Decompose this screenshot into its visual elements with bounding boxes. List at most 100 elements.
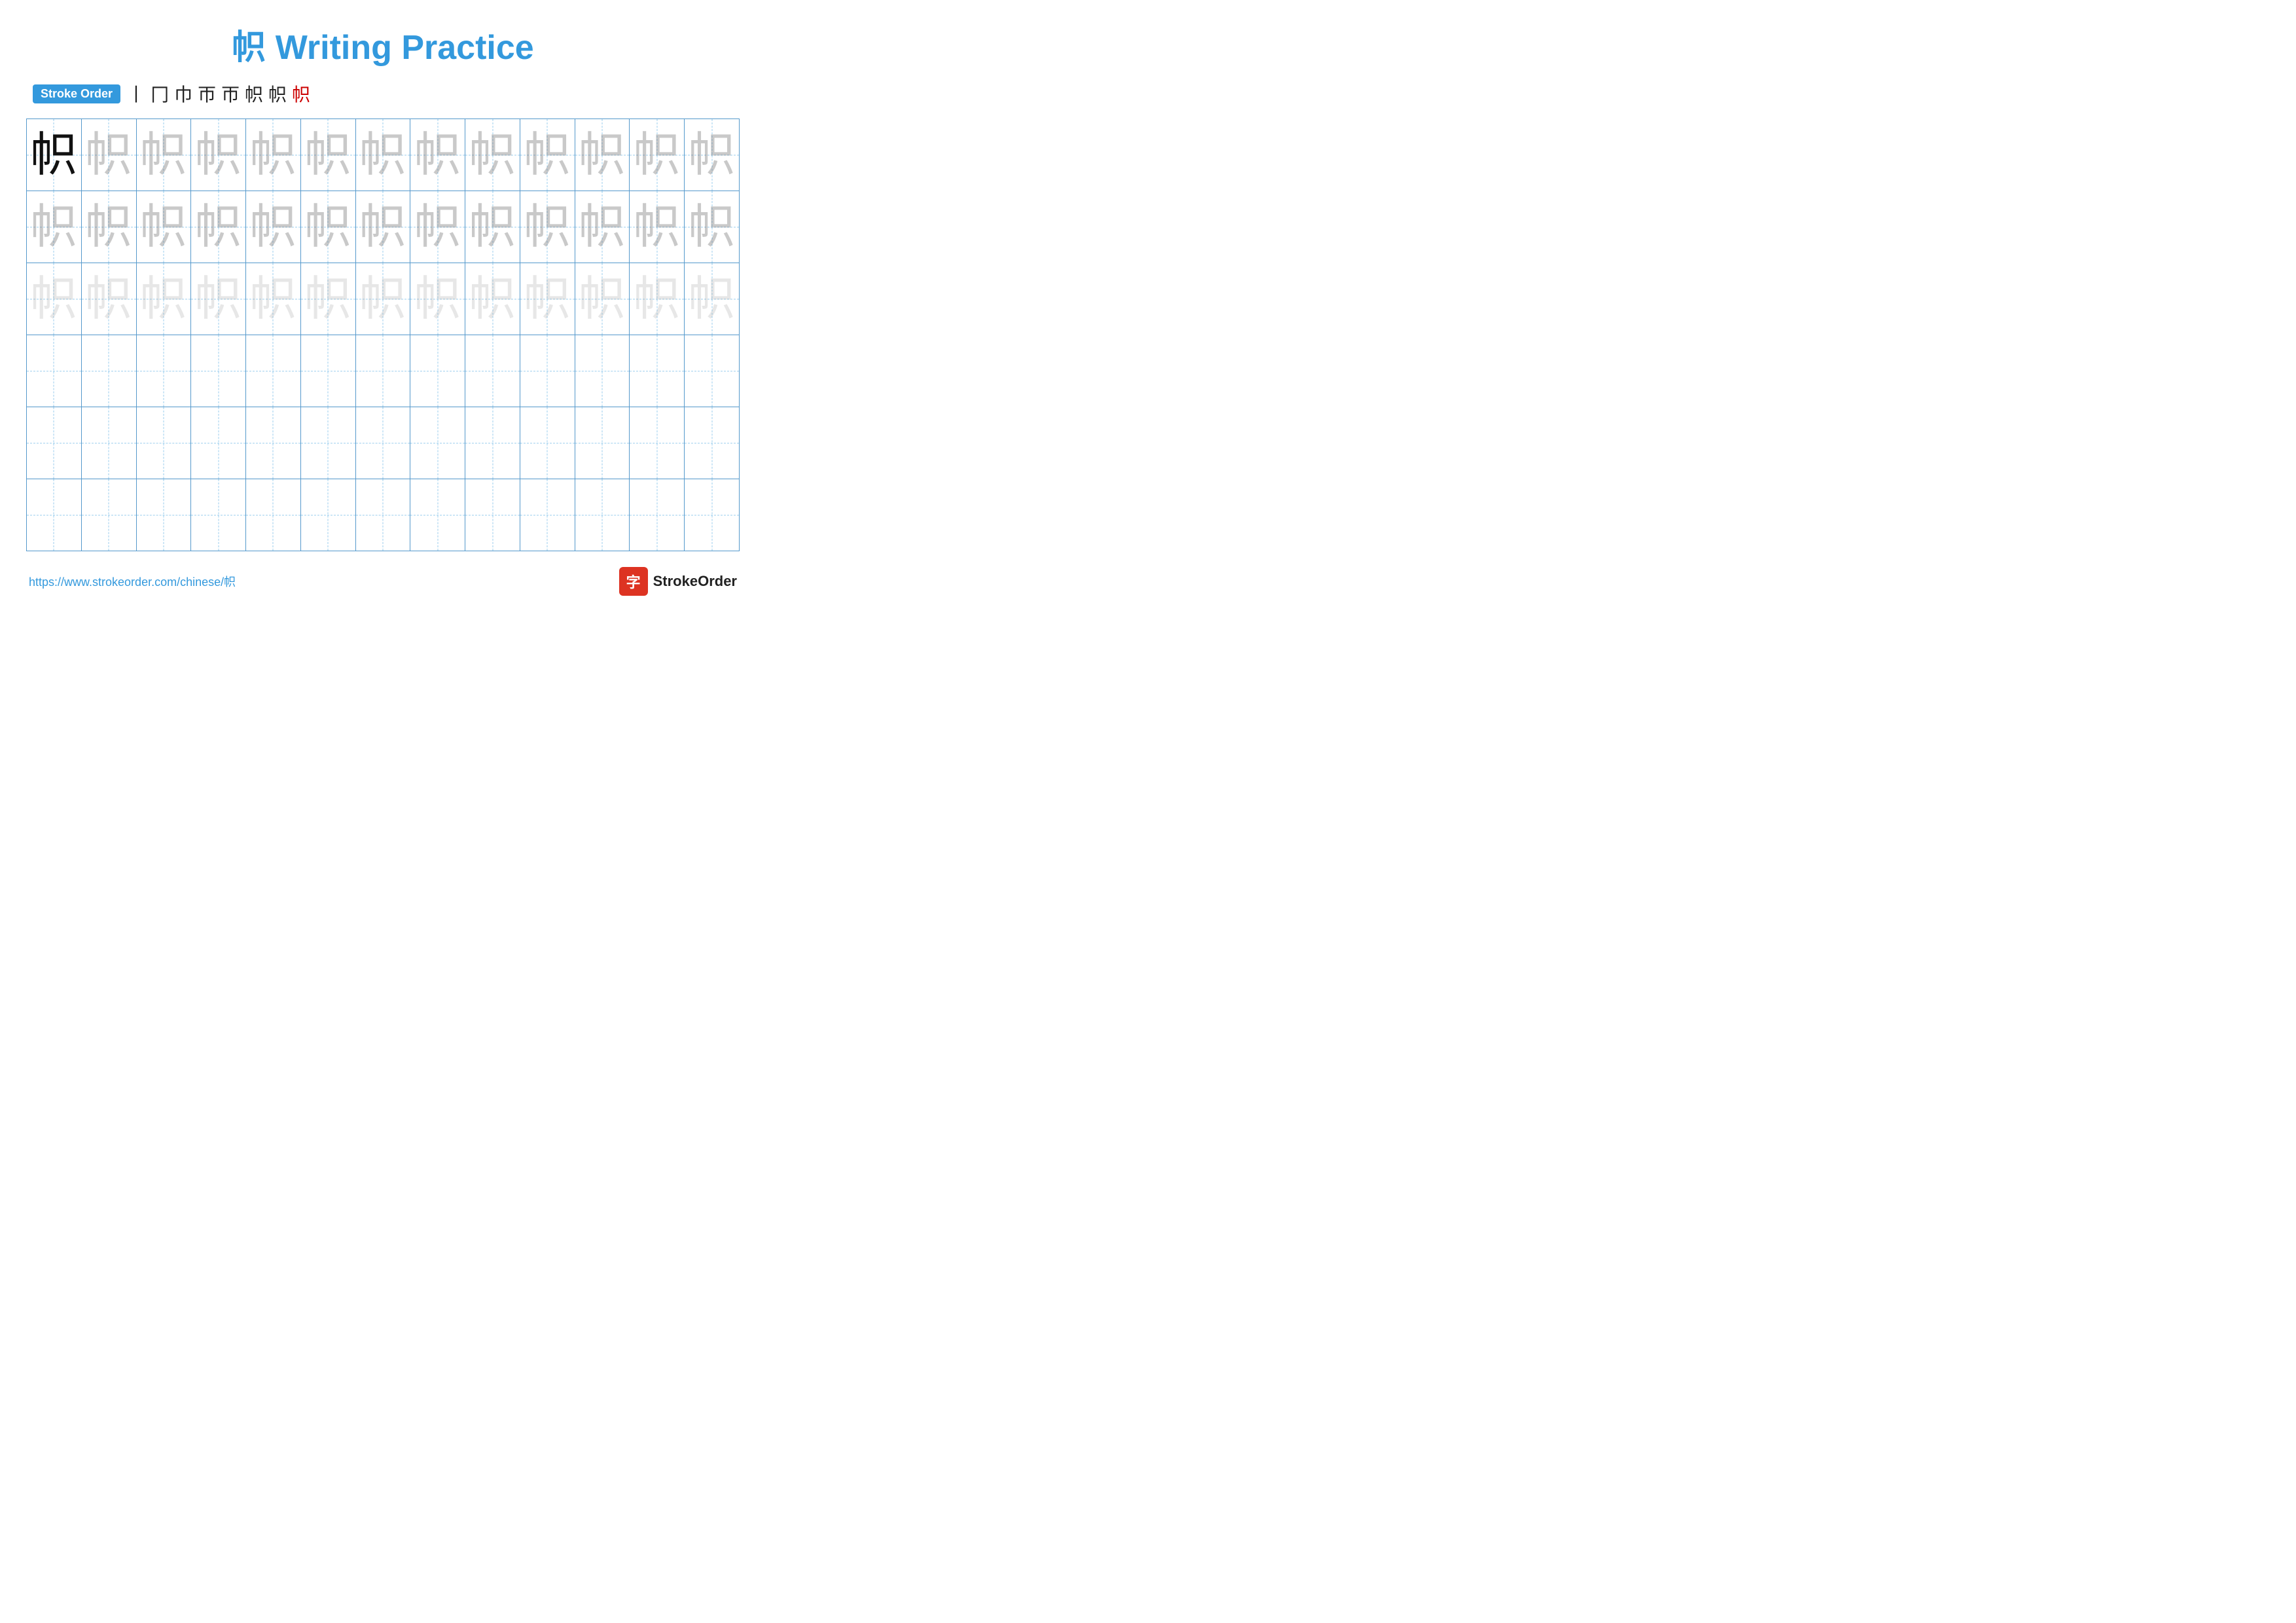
cell-character: 帜 (524, 201, 571, 253)
footer-logo: 字 StrokeOrder (619, 567, 737, 596)
grid-cell-1-12[interactable]: 帜 (685, 191, 740, 263)
grid-cell-2-11[interactable]: 帜 (630, 263, 685, 335)
grid-cell-3-12[interactable] (685, 335, 740, 407)
grid-cell-1-8[interactable]: 帜 (465, 191, 520, 263)
cell-character: 帜 (85, 129, 132, 181)
grid-cell-1-9[interactable]: 帜 (520, 191, 575, 263)
cell-character: 帜 (85, 273, 132, 325)
grid-cell-3-0[interactable] (27, 335, 82, 407)
grid-cell-5-8[interactable] (465, 479, 520, 551)
cell-character: 帜 (634, 129, 681, 181)
grid-cell-0-6[interactable]: 帜 (355, 119, 410, 191)
cell-character: 帜 (359, 273, 406, 325)
cell-character: 帜 (414, 273, 461, 325)
grid-cell-3-1[interactable] (81, 335, 136, 407)
grid-cell-4-11[interactable] (630, 407, 685, 479)
grid-cell-1-10[interactable]: 帜 (575, 191, 630, 263)
cell-character: 帜 (414, 129, 461, 181)
grid-cell-0-8[interactable]: 帜 (465, 119, 520, 191)
grid-cell-4-4[interactable] (246, 407, 301, 479)
grid-cell-5-9[interactable] (520, 479, 575, 551)
grid-cell-1-3[interactable]: 帜 (191, 191, 246, 263)
grid-cell-5-11[interactable] (630, 479, 685, 551)
grid-cell-2-12[interactable]: 帜 (685, 263, 740, 335)
grid-cell-0-11[interactable]: 帜 (630, 119, 685, 191)
grid-cell-3-6[interactable] (355, 335, 410, 407)
practice-grid: 帜帜帜帜帜帜帜帜帜帜帜帜帜帜帜帜帜帜帜帜帜帜帜帜帜帜帜帜帜帜帜帜帜帜帜帜帜帜帜 (26, 119, 740, 551)
grid-cell-0-10[interactable]: 帜 (575, 119, 630, 191)
cell-character: 帜 (469, 201, 516, 253)
grid-cell-2-10[interactable]: 帜 (575, 263, 630, 335)
grid-cell-1-7[interactable]: 帜 (410, 191, 465, 263)
grid-cell-1-1[interactable]: 帜 (81, 191, 136, 263)
cell-character: 帜 (359, 201, 406, 253)
grid-cell-0-1[interactable]: 帜 (81, 119, 136, 191)
grid-cell-5-4[interactable] (246, 479, 301, 551)
grid-cell-0-5[interactable]: 帜 (300, 119, 355, 191)
grid-cell-0-7[interactable]: 帜 (410, 119, 465, 191)
grid-cell-5-12[interactable] (685, 479, 740, 551)
grid-cell-4-2[interactable] (136, 407, 191, 479)
grid-cell-2-1[interactable]: 帜 (81, 263, 136, 335)
grid-cell-0-3[interactable]: 帜 (191, 119, 246, 191)
grid-cell-4-5[interactable] (300, 407, 355, 479)
grid-cell-2-5[interactable]: 帜 (300, 263, 355, 335)
grid-cell-3-4[interactable] (246, 335, 301, 407)
grid-cell-4-9[interactable] (520, 407, 575, 479)
grid-cell-5-5[interactable] (300, 479, 355, 551)
grid-cell-1-6[interactable]: 帜 (355, 191, 410, 263)
grid-cell-5-6[interactable] (355, 479, 410, 551)
grid-cell-5-7[interactable] (410, 479, 465, 551)
grid-cell-0-2[interactable]: 帜 (136, 119, 191, 191)
grid-cell-2-0[interactable]: 帜 (27, 263, 82, 335)
grid-cell-1-4[interactable]: 帜 (246, 191, 301, 263)
stroke-step-4: 帀 (221, 81, 240, 107)
stroke-step-5: 帜 (245, 81, 263, 107)
grid-cell-2-2[interactable]: 帜 (136, 263, 191, 335)
grid-cell-4-7[interactable] (410, 407, 465, 479)
grid-cell-5-1[interactable] (81, 479, 136, 551)
stroke-step-3: 帀 (198, 81, 216, 107)
grid-cell-3-11[interactable] (630, 335, 685, 407)
grid-cell-4-12[interactable] (685, 407, 740, 479)
stroke-step-0: 丨 (127, 81, 145, 107)
cell-character: 帜 (359, 129, 406, 181)
grid-cell-0-4[interactable]: 帜 (246, 119, 301, 191)
grid-cell-4-8[interactable] (465, 407, 520, 479)
grid-cell-4-1[interactable] (81, 407, 136, 479)
grid-cell-3-9[interactable] (520, 335, 575, 407)
grid-cell-3-3[interactable] (191, 335, 246, 407)
grid-cell-3-5[interactable] (300, 335, 355, 407)
grid-cell-4-6[interactable] (355, 407, 410, 479)
cell-character: 帜 (689, 201, 736, 253)
grid-cell-1-2[interactable]: 帜 (136, 191, 191, 263)
grid-cell-5-10[interactable] (575, 479, 630, 551)
cell-character: 帜 (689, 273, 736, 325)
grid-cell-2-6[interactable]: 帜 (355, 263, 410, 335)
stroke-order-row: Stroke Order 丨冂巾帀帀帜帜帜 (33, 81, 740, 107)
grid-cell-1-5[interactable]: 帜 (300, 191, 355, 263)
grid-cell-5-2[interactable] (136, 479, 191, 551)
cell-character: 帜 (30, 129, 77, 181)
cell-character: 帜 (469, 129, 516, 181)
grid-cell-1-0[interactable]: 帜 (27, 191, 82, 263)
grid-cell-1-11[interactable]: 帜 (630, 191, 685, 263)
grid-cell-5-0[interactable] (27, 479, 82, 551)
grid-cell-3-10[interactable] (575, 335, 630, 407)
grid-cell-0-0[interactable]: 帜 (27, 119, 82, 191)
grid-cell-4-10[interactable] (575, 407, 630, 479)
grid-cell-2-3[interactable]: 帜 (191, 263, 246, 335)
grid-cell-3-8[interactable] (465, 335, 520, 407)
grid-cell-3-7[interactable] (410, 335, 465, 407)
grid-cell-2-7[interactable]: 帜 (410, 263, 465, 335)
grid-cell-2-4[interactable]: 帜 (246, 263, 301, 335)
grid-cell-5-3[interactable] (191, 479, 246, 551)
grid-cell-2-9[interactable]: 帜 (520, 263, 575, 335)
grid-cell-0-9[interactable]: 帜 (520, 119, 575, 191)
grid-cell-0-12[interactable]: 帜 (685, 119, 740, 191)
cell-character: 帜 (579, 273, 626, 325)
grid-cell-4-3[interactable] (191, 407, 246, 479)
grid-cell-2-8[interactable]: 帜 (465, 263, 520, 335)
grid-cell-4-0[interactable] (27, 407, 82, 479)
grid-cell-3-2[interactable] (136, 335, 191, 407)
